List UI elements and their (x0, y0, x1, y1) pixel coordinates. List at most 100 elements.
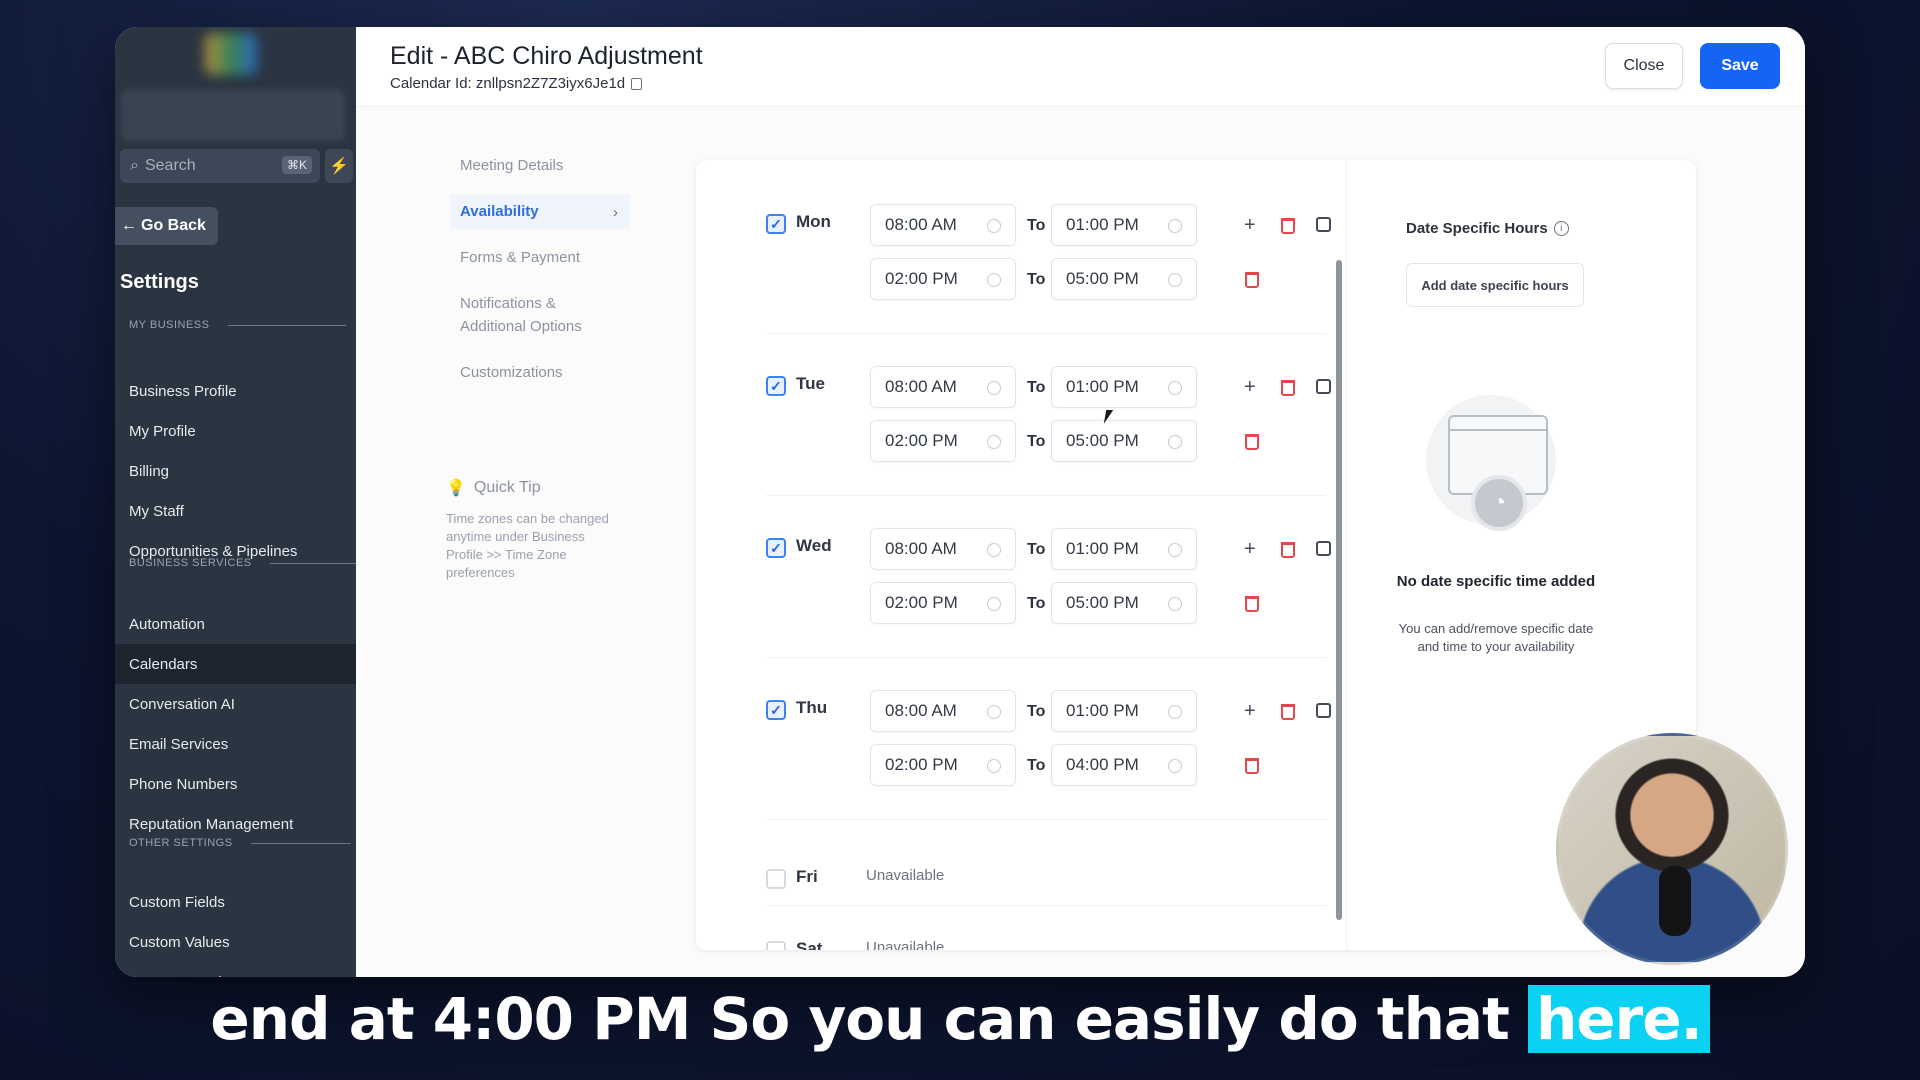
sidebar-item-custom-fields[interactable]: Custom Fields (115, 882, 356, 922)
date-specific-title: Date Specific Hours i (1406, 220, 1569, 237)
sidebar-item-custom-values[interactable]: Custom Values (115, 922, 356, 962)
sidebar-item-phone-numbers[interactable]: Phone Numbers (115, 764, 356, 804)
sidebar-item-calendars[interactable]: Calendars (115, 644, 356, 684)
account-switcher[interactable] (121, 89, 345, 141)
clock-icon (987, 219, 1001, 233)
end-time-input[interactable]: 01:00 PM (1051, 690, 1197, 732)
clock-icon (1168, 381, 1182, 395)
day-name: Tue (796, 374, 825, 393)
start-time-input[interactable]: 02:00 PM (870, 258, 1016, 300)
chevron-right-icon: › (613, 204, 618, 221)
delete-icon[interactable] (1245, 434, 1259, 450)
sidebar-item-my-profile[interactable]: My Profile (115, 411, 356, 451)
delete-icon[interactable] (1245, 272, 1259, 288)
delete-icon[interactable] (1281, 704, 1295, 720)
add-slot-icon[interactable]: + (1244, 377, 1256, 397)
day-checkbox[interactable]: ✓ (766, 376, 786, 396)
save-button[interactable]: Save (1700, 43, 1780, 89)
section-my-business: MY BUSINESS (129, 319, 346, 331)
end-time-input[interactable]: 01:00 PM (1051, 528, 1197, 570)
quick-tip: 💡 Quick Tip Time zones can be changed an… (446, 478, 616, 582)
sidebar-item-email-services[interactable]: Email Services (115, 724, 356, 764)
page-header: Edit - ABC Chiro Adjustment Calendar Id:… (356, 27, 1805, 107)
tab-availability-label: Availability (460, 203, 539, 220)
end-time-input[interactable]: 05:00 PM (1051, 258, 1197, 300)
add-slot-icon[interactable]: + (1244, 539, 1256, 559)
day-checkbox[interactable] (766, 941, 786, 950)
sidebar-item-manage-scoring[interactable]: Manage Scoring (115, 962, 356, 978)
go-back-button[interactable]: ← Go Back (115, 207, 218, 245)
delete-icon[interactable] (1245, 596, 1259, 612)
end-time-input[interactable]: 01:00 PM (1051, 366, 1197, 408)
calendar-id-text: Calendar Id: znllpsn2Z7Z3iyx6Je1d (390, 75, 626, 92)
page-title: Edit - ABC Chiro Adjustment (390, 42, 703, 70)
lightbulb-icon: 💡 (446, 480, 466, 497)
copy-icon[interactable] (631, 77, 643, 90)
day-checkbox[interactable]: ✓ (766, 700, 786, 720)
tab-meeting-details[interactable]: Meeting Details (450, 148, 630, 183)
start-time-input[interactable]: 08:00 AM (870, 204, 1016, 246)
sidebar-item-conversation-ai[interactable]: Conversation AI (115, 684, 356, 724)
copy-slot-icon[interactable] (1316, 703, 1331, 718)
copy-slot-icon[interactable] (1316, 541, 1331, 556)
add-slot-icon[interactable]: + (1244, 215, 1256, 235)
start-time-input[interactable]: 08:00 AM (870, 690, 1016, 732)
end-time-input[interactable]: 01:00 PM (1051, 204, 1197, 246)
day-checkbox[interactable]: ✓ (766, 538, 786, 558)
delete-icon[interactable] (1281, 542, 1295, 558)
copy-slot-icon[interactable] (1316, 379, 1331, 394)
tab-forms-payment[interactable]: Forms & Payment (450, 240, 630, 275)
close-button[interactable]: Close (1605, 43, 1683, 89)
sidebar-item-business-profile[interactable]: Business Profile (115, 371, 356, 411)
sidebar: ⌕ Search ⌘K ⚡ ← Go Back Settings MY BUSI… (115, 27, 356, 977)
start-time-input[interactable]: 08:00 AM (870, 528, 1016, 570)
sidebar-search[interactable]: ⌕ Search ⌘K (120, 149, 320, 183)
day-name: Wed (796, 536, 832, 555)
bolt-icon[interactable]: ⚡ (325, 149, 353, 183)
add-date-specific-button[interactable]: Add date specific hours (1406, 263, 1584, 307)
unavailable-label: Unavailable (866, 867, 945, 884)
sidebar-title: Settings (120, 271, 199, 293)
start-time-input[interactable]: 02:00 PM (870, 744, 1016, 786)
go-back-label: Go Back (141, 217, 206, 234)
copy-slot-icon[interactable] (1316, 217, 1331, 232)
clock-icon (987, 597, 1001, 611)
tab-customizations[interactable]: Customizations (450, 355, 630, 390)
start-time-input[interactable]: 08:00 AM (870, 366, 1016, 408)
quick-tip-body: Time zones can be changed anytime under … (446, 511, 609, 580)
clock-icon (987, 435, 1001, 449)
day-divider (766, 495, 1326, 496)
card-divider (1346, 160, 1347, 950)
start-time-input[interactable]: 02:00 PM (870, 582, 1016, 624)
clock-icon (1168, 219, 1182, 233)
tab-availability[interactable]: Availability › (450, 194, 630, 229)
scrollbar[interactable] (1336, 260, 1342, 920)
add-slot-icon[interactable]: + (1244, 701, 1256, 721)
sidebar-item-billing[interactable]: Billing (115, 451, 356, 491)
day-divider (766, 819, 1326, 820)
to-label: To (1027, 703, 1046, 720)
search-shortcut: ⌘K (281, 156, 312, 174)
info-icon[interactable]: i (1553, 221, 1569, 236)
to-label: To (1027, 757, 1046, 774)
end-time-input[interactable]: 04:00 PM (1051, 744, 1197, 786)
arrow-left-icon: ← (121, 217, 137, 234)
sidebar-item-automation[interactable]: Automation (115, 604, 356, 644)
delete-icon[interactable] (1281, 380, 1295, 396)
day-checkbox[interactable]: ✓ (766, 214, 786, 234)
day-divider (766, 333, 1326, 334)
presenter-webcam (1556, 733, 1788, 965)
clock-icon (1168, 435, 1182, 449)
delete-icon[interactable] (1281, 218, 1295, 234)
tab-notifications[interactable]: Notifications & Additional Options (450, 286, 620, 344)
caption-highlight: here. (1528, 985, 1710, 1053)
day-checkbox[interactable] (766, 869, 786, 889)
section-other-settings: OTHER SETTINGS (129, 837, 351, 849)
sidebar-item-my-staff[interactable]: My Staff (115, 491, 356, 531)
end-time-input[interactable]: 05:00 PM (1051, 420, 1197, 462)
delete-icon[interactable] (1245, 758, 1259, 774)
end-time-input[interactable]: 05:00 PM (1051, 582, 1197, 624)
start-time-input[interactable]: 02:00 PM (870, 420, 1016, 462)
day-name: Thu (796, 698, 828, 717)
calendar-id: Calendar Id: znllpsn2Z7Z3iyx6Je1d (390, 75, 643, 92)
